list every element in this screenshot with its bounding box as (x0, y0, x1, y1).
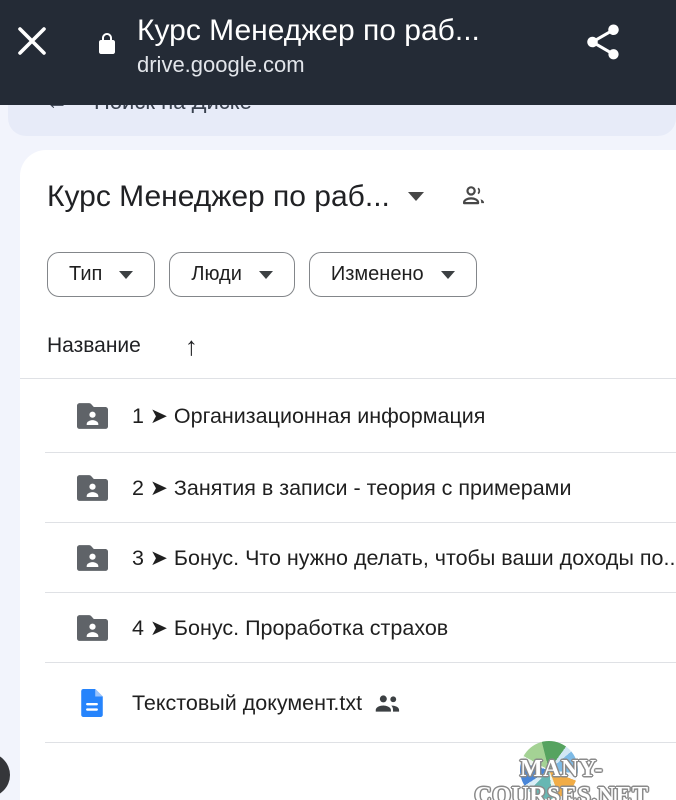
filter-chip-people-label: Люди (191, 263, 242, 286)
item-name: 3 ➤ Бонус. Что нужно делать, чтобы ваши … (132, 546, 675, 571)
filter-chip-people[interactable]: Люди (169, 252, 295, 297)
browser-page-title: Курс Менеджер по раб... (137, 12, 480, 50)
filter-chip-modified-label: Изменено (331, 263, 424, 286)
filter-chip-type-label: Тип (69, 263, 102, 286)
filter-chip-modified[interactable]: Изменено (309, 252, 477, 297)
file-list: 1 ➤ Организационная информация 2 ➤ Занят… (20, 378, 676, 743)
browser-header: Курс Менеджер по раб... drive.google.com (0, 0, 676, 105)
shared-badge-icon (374, 693, 402, 718)
text-document-icon (76, 689, 108, 717)
item-name: 4 ➤ Бонус. Проработка страхов (132, 616, 448, 641)
list-item-text-file[interactable]: Текстовый документ.txt (20, 663, 676, 743)
back-arrow-icon: ← (46, 105, 68, 113)
sort-ascending-icon: ↑ (185, 335, 198, 357)
list-item-folder-3[interactable]: 3 ➤ Бонус. Что нужно делать, чтобы ваши … (20, 523, 676, 593)
shared-people-icon[interactable] (460, 181, 488, 214)
folder-title-dropdown-icon[interactable] (408, 192, 424, 201)
sort-by-name-header[interactable]: Название ↑ (47, 334, 198, 358)
browser-page-url[interactable]: drive.google.com (137, 50, 480, 80)
shared-folder-icon (76, 403, 108, 429)
overlay-corner-button[interactable] (0, 753, 10, 797)
chevron-down-icon (259, 271, 273, 279)
search-bar-clipped-text: ← Поиск на Диске (46, 105, 466, 113)
list-item-folder-1[interactable]: 1 ➤ Организационная информация (20, 379, 676, 453)
close-icon[interactable] (14, 23, 50, 59)
shared-folder-icon (76, 615, 108, 641)
list-item-folder-4[interactable]: 4 ➤ Бонус. Проработка страхов (20, 593, 676, 663)
chevron-down-icon (441, 271, 455, 279)
filter-chip-type[interactable]: Тип (47, 252, 155, 297)
folder-title: Курс Менеджер по раб... (47, 180, 390, 214)
drive-search-bar[interactable]: ← Поиск на Диске (8, 105, 676, 136)
lock-icon (95, 29, 119, 64)
shared-folder-icon (76, 545, 108, 571)
filter-chips: Тип Люди Изменено (47, 252, 477, 297)
drive-content-card: Курс Менеджер по раб... Тип Люди Изменен… (20, 150, 676, 800)
shared-folder-icon (76, 475, 108, 501)
share-icon[interactable] (582, 20, 624, 64)
column-name-label: Название (47, 334, 141, 358)
list-item-folder-2[interactable]: 2 ➤ Занятия в записи - теория с примерам… (20, 453, 676, 523)
item-name: 2 ➤ Занятия в записи - теория с примерам… (132, 476, 571, 501)
item-name: 1 ➤ Организационная информация (132, 404, 485, 429)
search-placeholder: Поиск на Диске (94, 105, 252, 113)
item-name: Текстовый документ.txt (132, 691, 362, 716)
chevron-down-icon (119, 271, 133, 279)
